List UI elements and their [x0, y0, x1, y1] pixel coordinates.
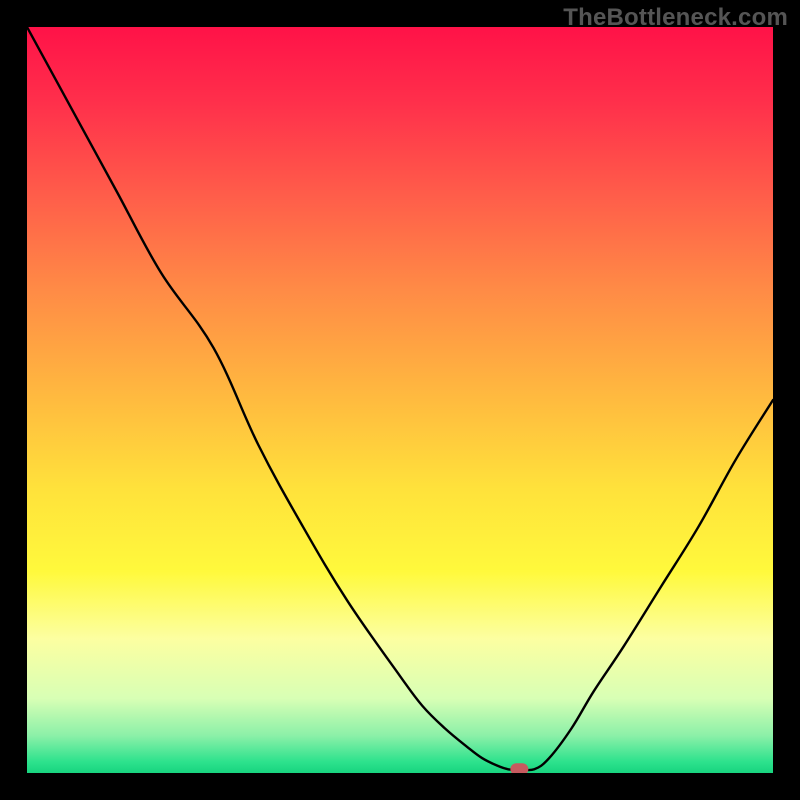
watermark-text: TheBottleneck.com — [563, 4, 788, 32]
plot-area — [27, 27, 773, 773]
gradient-background — [27, 27, 773, 773]
bottleneck-curve-chart — [27, 27, 773, 773]
chart-frame: TheBottleneck.com — [0, 0, 800, 800]
optimal-point-marker — [510, 763, 528, 773]
